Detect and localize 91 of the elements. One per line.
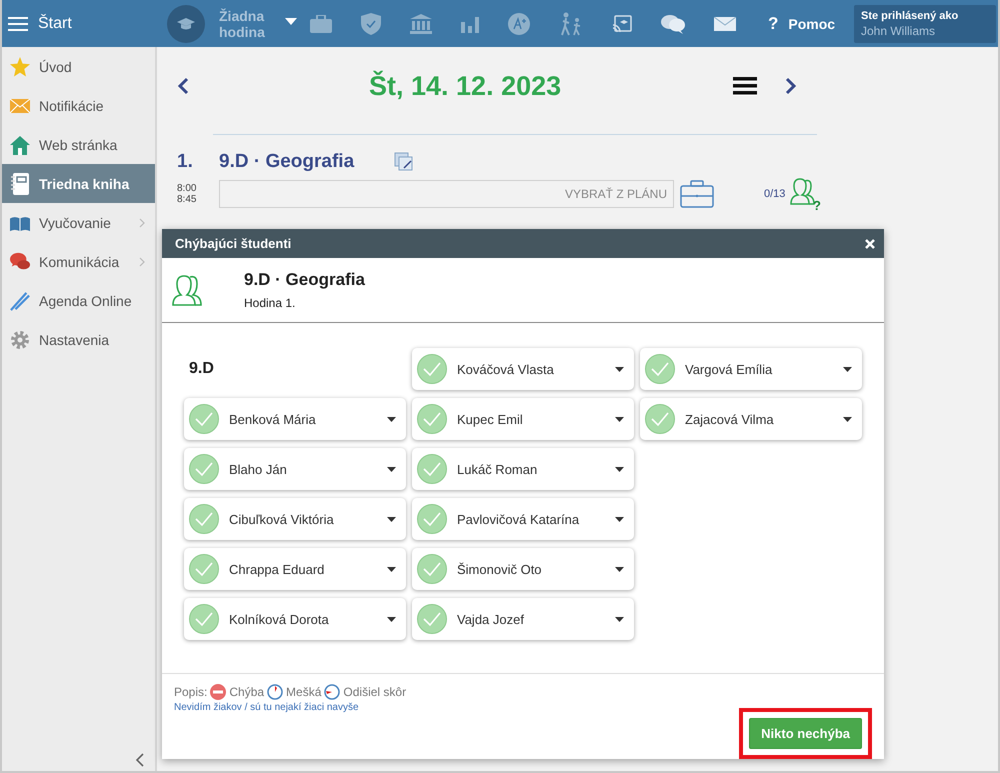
student-name: Vajda Jozef — [457, 612, 525, 626]
sidebar-item[interactable]: Nastavenia — [2, 320, 155, 359]
student-card[interactable]: Kupec Emil — [412, 398, 634, 440]
sidebar-item[interactable]: Úvod — [2, 47, 155, 86]
caret-icon[interactable] — [615, 416, 624, 422]
student-card[interactable]: Pavlovičová Katarína — [412, 498, 634, 540]
chat-icon — [10, 252, 30, 272]
caret-icon[interactable] — [843, 366, 852, 372]
legend-text: Odišiel skôr — [343, 685, 406, 699]
pen-icon — [10, 290, 30, 312]
copy-edit-icon[interactable] — [394, 152, 414, 172]
caret-icon[interactable] — [615, 366, 624, 372]
student-card[interactable]: Blaho Ján — [184, 448, 406, 490]
sidebar-item[interactable]: Agenda Online — [2, 281, 155, 320]
student-name: Benková Mária — [229, 412, 317, 426]
topic-field[interactable]: VYBRAŤ Z PLÁNU — [219, 180, 674, 208]
graduation-cap-icon[interactable] — [167, 4, 205, 42]
caret-icon[interactable] — [843, 416, 852, 422]
next-icon[interactable] — [785, 77, 797, 95]
help-button[interactable]: ? Pomoc — [768, 14, 836, 34]
caret-icon[interactable] — [615, 466, 624, 472]
student-card[interactable]: Lukáč Roman — [412, 448, 634, 490]
student-name: Cibuľková Viktória — [229, 512, 335, 526]
student-name: Pavlovičová Katarína — [457, 512, 580, 526]
menu-icon[interactable] — [733, 76, 757, 96]
previous-icon[interactable] — [177, 77, 189, 95]
sidebar-item[interactable]: Notifikácie — [2, 86, 155, 125]
attendance-count: 0/13 — [764, 188, 786, 200]
caret-icon[interactable] — [387, 416, 396, 422]
mail-icon — [10, 98, 30, 112]
student-card[interactable]: Zajacová Vilma — [640, 398, 862, 440]
class-subject: 9.D · Geografia — [244, 270, 365, 290]
caret-icon[interactable] — [615, 516, 624, 522]
collapse-icon[interactable] — [135, 753, 145, 767]
caret-icon[interactable] — [615, 616, 624, 622]
student-name: Lukáč Roman — [457, 462, 538, 476]
period-label: Hodina 1. — [244, 296, 296, 310]
student-name: Zajacová Vilma — [685, 412, 775, 426]
sidebar-item[interactable]: Web stránka — [2, 125, 155, 164]
sidebar-item[interactable]: Vyučovanie — [2, 203, 155, 242]
student-name: Kupec Emil — [457, 412, 524, 426]
star-icon — [10, 56, 30, 76]
student-name: Šimonovič Oto — [457, 562, 543, 576]
late-clock-icon — [267, 684, 284, 700]
caret-icon[interactable] — [387, 516, 396, 522]
start-time: 8:00 — [177, 183, 198, 194]
caret-icon — [285, 18, 297, 24]
student-card[interactable]: Cibuľková Viktória — [184, 498, 406, 540]
legend-text: Chýba — [229, 685, 264, 699]
student-name: Blaho Ján — [229, 462, 288, 476]
caret-icon[interactable] — [387, 566, 396, 572]
house-icon — [10, 134, 30, 154]
mail-icon[interactable] — [714, 16, 736, 30]
absent-icon — [210, 684, 226, 700]
caret-icon[interactable] — [387, 466, 396, 472]
students-link[interactable]: Nevidím žiakov / sú tu nejakí žiaci navyše — [174, 702, 884, 713]
dialog-title: Chýbajúci študenti — [175, 236, 292, 251]
end-time: 8:45 — [177, 194, 198, 205]
caret-icon[interactable] — [615, 566, 624, 572]
close-icon[interactable] — [865, 238, 875, 248]
user-panel[interactable]: Ste prihlásený ako John Williams — [854, 4, 996, 42]
student-card[interactable]: Chrappa Eduard — [184, 548, 406, 590]
user-caption: Ste prihlásený ako — [861, 10, 960, 22]
start-label[interactable]: Štart — [38, 14, 72, 32]
briefcase-icon[interactable] — [680, 180, 714, 208]
date-heading: Št, 14. 12. 2023 — [369, 70, 562, 102]
student-card[interactable]: Vargová Emília — [640, 348, 862, 390]
question-icon: ? — [768, 14, 778, 34]
sidebar-item[interactable]: Komunikácia — [2, 242, 155, 281]
student-name: Vargová Emília — [685, 362, 774, 376]
sidebar-item[interactable]: Triedna kniha — [2, 164, 155, 203]
student-card[interactable]: Kolníková Dorota — [184, 598, 406, 640]
student-card[interactable]: Benková Mária — [184, 398, 406, 440]
student-name: Kolníková Dorota — [229, 612, 330, 626]
student-card[interactable]: Šimonovič Oto — [412, 548, 634, 590]
student-card[interactable]: Kováčová Vlasta — [412, 348, 634, 390]
student-card[interactable]: Vajda Jozef — [412, 598, 634, 640]
notebook-icon — [10, 172, 30, 194]
cast-icon[interactable] — [612, 14, 632, 32]
user-name: John Williams — [861, 24, 936, 38]
legend-label: Popis: — [174, 685, 208, 699]
settings-icon — [10, 330, 30, 350]
lesson-title[interactable]: 9.D · Geografia — [219, 151, 394, 173]
student-name: Kováčová Vlasta — [457, 362, 555, 376]
lesson-number: 1. — [177, 151, 194, 173]
student-name: Chrappa Eduard — [229, 562, 326, 576]
class-heading: 9.D — [188, 360, 215, 378]
early-leave-clock-icon — [324, 684, 340, 700]
caret-icon[interactable] — [387, 616, 396, 622]
legend-text: Mešká — [286, 685, 322, 699]
chat-icon[interactable] — [661, 14, 685, 34]
